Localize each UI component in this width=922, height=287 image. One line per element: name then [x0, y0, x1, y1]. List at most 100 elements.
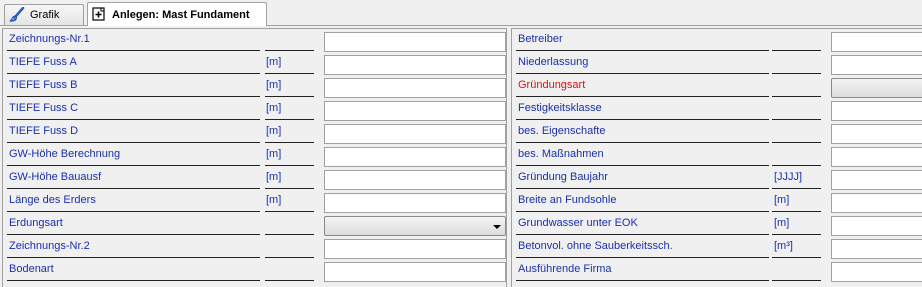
field-label: Festigkeitsklasse — [518, 102, 602, 114]
niederlassung-input[interactable] — [831, 55, 922, 75]
form-row: Grundwasser unter EOK [m] — [512, 214, 922, 237]
festigkeitsklasse-input[interactable] — [831, 101, 922, 121]
field-label: TIEFE Fuss B — [9, 79, 78, 91]
gw-hoehe-bauausf-input[interactable] — [324, 170, 506, 190]
label-underline — [516, 280, 769, 281]
bes-massnahmen-input[interactable] — [831, 147, 922, 167]
unit-underline — [265, 165, 314, 166]
betonvolumen-input[interactable] — [831, 239, 922, 259]
form-row: Bodenart — [3, 260, 506, 283]
bodenart-input[interactable] — [324, 262, 506, 282]
form-row: Festigkeitsklasse — [512, 99, 922, 122]
form-row: Ausführende Firma — [512, 260, 922, 283]
tiefe-fuss-b-input[interactable] — [324, 78, 506, 98]
label-underline — [516, 211, 769, 212]
brush-icon — [9, 7, 25, 23]
field-label: Betreiber — [518, 33, 563, 45]
form-row: Niederlassung — [512, 53, 922, 76]
tab-grafik-label: Grafik — [30, 9, 60, 21]
label-underline — [7, 142, 260, 143]
field-label: Niederlassung — [518, 56, 589, 68]
label-underline — [516, 142, 769, 143]
field-label: Länge des Erders — [9, 194, 96, 206]
unit-underline — [265, 50, 314, 51]
form-row: Zeichnungs-Nr.2 — [3, 237, 506, 260]
grundwasser-unter-eok-input[interactable] — [831, 216, 922, 236]
form-row: bes. Maßnahmen — [512, 145, 922, 168]
form-row: Breite an Fundsohle [m] — [512, 191, 922, 214]
chevron-down-icon — [493, 225, 501, 229]
unit-underline — [772, 165, 821, 166]
unit-label: [JJJJ] — [774, 171, 803, 183]
label-underline — [7, 257, 260, 258]
label-underline — [7, 211, 260, 212]
unit-underline — [772, 96, 821, 97]
label-underline — [516, 73, 769, 74]
tab-anlegen-mast-fundament[interactable]: Anlegen: Mast Fundament — [87, 2, 267, 26]
unit-label: [m] — [266, 171, 282, 183]
tiefe-fuss-a-input[interactable] — [324, 55, 506, 75]
zeichnungs-nr-1-input[interactable] — [324, 32, 506, 52]
unit-underline — [772, 280, 821, 281]
unit-label: [m] — [266, 56, 282, 68]
unit-underline — [772, 142, 821, 143]
zeichnungs-nr-2-input[interactable] — [324, 239, 506, 259]
label-underline — [516, 119, 769, 120]
tab-anlegen-label: Anlegen: Mast Fundament — [112, 8, 250, 21]
erdungsart-select[interactable] — [324, 216, 506, 236]
laenge-des-erders-input[interactable] — [324, 193, 506, 213]
unit-label: [m] — [266, 148, 282, 160]
label-underline — [516, 257, 769, 258]
label-underline — [7, 73, 260, 74]
bes-eigenschaften-input[interactable] — [831, 124, 922, 144]
form-row: bes. Eigenschafte — [512, 122, 922, 145]
unit-underline — [265, 234, 314, 235]
field-label: Gründung Baujahr — [518, 171, 608, 183]
ausfuehrende-firma-input[interactable] — [831, 262, 922, 282]
label-underline — [7, 96, 260, 97]
unit-label: [m] — [266, 194, 282, 206]
field-label: Bodenart — [9, 263, 54, 275]
label-underline — [7, 50, 260, 51]
tab-bar: Grafik Anlegen: Mast Fundament — [0, 0, 922, 26]
tiefe-fuss-c-input[interactable] — [324, 101, 506, 121]
field-label: GW-Höhe Berechnung — [9, 148, 121, 160]
field-label: TIEFE Fuss A — [9, 56, 77, 68]
right-form-panel: Betreiber Niederlassung Gründungsart Fes… — [511, 28, 922, 287]
field-label: Zeichnungs-Nr.1 — [9, 33, 90, 45]
form-row: TIEFE Fuss A [m] — [3, 53, 506, 76]
field-label: Breite an Fundsohle — [518, 194, 617, 206]
gruendung-baujahr-input[interactable] — [831, 170, 922, 190]
unit-underline — [772, 257, 821, 258]
field-label: TIEFE Fuss D — [9, 125, 79, 137]
field-label: Betonvol. ohne Sauberkeitssch. — [518, 240, 673, 252]
unit-underline — [772, 73, 821, 74]
unit-underline — [265, 73, 314, 74]
add-record-icon — [92, 7, 107, 22]
form-row: Gründung Baujahr [JJJJ] — [512, 168, 922, 191]
betreiber-input[interactable] — [831, 32, 922, 52]
label-underline — [516, 50, 769, 51]
unit-underline — [265, 142, 314, 143]
gw-hoehe-berechnung-input[interactable] — [324, 147, 506, 167]
unit-underline — [265, 280, 314, 281]
field-label: GW-Höhe Bauausf — [9, 171, 102, 183]
form-row: Länge des Erders [m] — [3, 191, 506, 214]
field-label: Ausführende Firma — [518, 263, 612, 275]
form-row: TIEFE Fuss B [m] — [3, 76, 506, 99]
label-underline — [7, 188, 260, 189]
unit-underline — [265, 96, 314, 97]
label-underline — [7, 165, 260, 166]
unit-underline — [265, 211, 314, 212]
unit-label: [m] — [774, 217, 790, 229]
unit-label: [m] — [266, 79, 282, 91]
form-row: Betreiber — [512, 30, 922, 53]
tiefe-fuss-d-input[interactable] — [324, 124, 506, 144]
field-label: bes. Maßnahmen — [518, 148, 604, 160]
tab-grafik[interactable]: Grafik — [4, 4, 84, 25]
label-underline — [516, 188, 769, 189]
field-label: bes. Eigenschafte — [518, 125, 606, 137]
breite-an-fundsohle-input[interactable] — [831, 193, 922, 213]
gruendungsart-select[interactable] — [831, 78, 922, 98]
unit-label: [m³] — [774, 240, 793, 252]
